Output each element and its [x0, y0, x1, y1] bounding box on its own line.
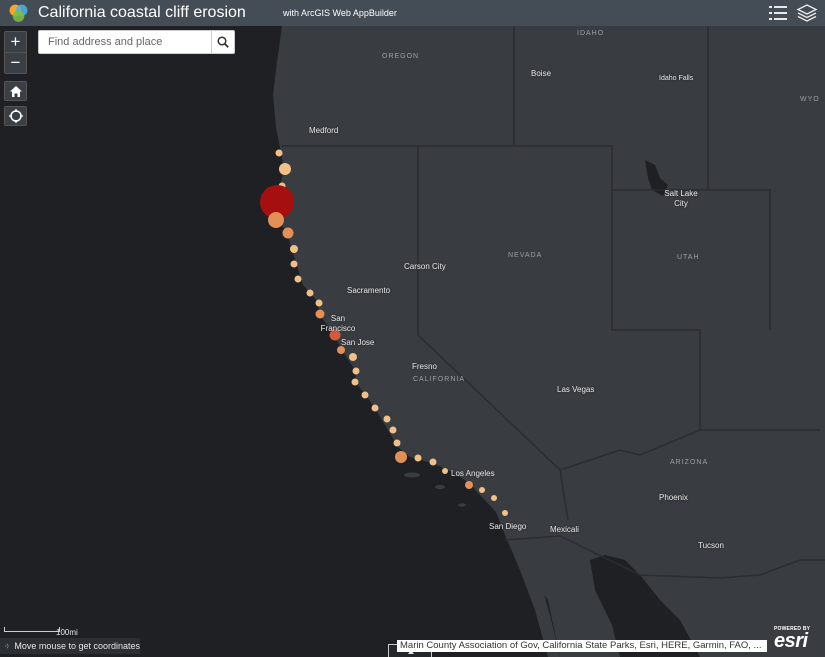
- place-label: Tucson: [698, 541, 724, 550]
- place-label: Fresno: [412, 362, 437, 371]
- zoom-control: + −: [4, 31, 27, 74]
- app-title: California coastal cliff erosion: [38, 4, 246, 21]
- place-label: Carson City: [404, 262, 446, 271]
- home-icon: [9, 85, 22, 97]
- layers-icon[interactable]: [796, 3, 818, 23]
- scale-label: 100mi: [56, 628, 78, 637]
- region-label-arizona: ARIZONA: [670, 459, 709, 466]
- scale-line: [4, 627, 60, 632]
- zoom-out-button[interactable]: −: [5, 52, 26, 72]
- esri-wordmark: esri: [774, 630, 808, 652]
- place-label: San Jose: [341, 338, 375, 347]
- region-label-nevada: NEVADA: [508, 252, 543, 259]
- erosion-point: [479, 487, 485, 493]
- erosion-point: [351, 378, 359, 386]
- region-label-idaho: IDAHO: [577, 30, 605, 37]
- home-button[interactable]: [4, 81, 27, 101]
- region-label-wyoming: WYO: [800, 96, 820, 103]
- erosion-point: [491, 495, 497, 501]
- erosion-point: [465, 481, 473, 489]
- place-label: Los Angeles: [451, 469, 495, 478]
- crosshair-icon: [5, 643, 10, 649]
- place-label: San Diego: [489, 522, 527, 531]
- erosion-point: [414, 454, 422, 462]
- erosion-point: [393, 439, 401, 447]
- search-widget: [38, 30, 235, 54]
- app-logo-icon: [9, 4, 28, 22]
- place-label: Salt Lake City: [664, 189, 698, 208]
- erosion-point: [383, 415, 391, 423]
- erosion-point: [429, 458, 437, 466]
- attribution-bar: Marin County Association of Gov, Califor…: [397, 640, 767, 652]
- attribution-text: Marin County Association of Gov, Califor…: [400, 640, 762, 651]
- erosion-point: [315, 299, 323, 307]
- locate-button[interactable]: [4, 106, 27, 126]
- erosion-point: [395, 451, 407, 463]
- coordinate-widget[interactable]: Move mouse to get coordinates: [0, 638, 140, 654]
- erosion-point: [502, 510, 508, 516]
- erosion-point: [275, 149, 283, 157]
- place-label: Boise: [531, 69, 552, 78]
- search-input[interactable]: [39, 31, 212, 53]
- erosion-point: [290, 245, 298, 253]
- app-header: California coastal cliff erosion with Ar…: [0, 0, 825, 26]
- app-subtitle: with ArcGIS Web AppBuilder: [283, 8, 397, 18]
- place-label: Mexicali: [550, 525, 579, 534]
- erosion-point: [306, 289, 314, 297]
- coordinate-text: Move mouse to get coordinates: [14, 641, 140, 651]
- erosion-point: [349, 353, 357, 361]
- place-label: Las Vegas: [557, 385, 595, 394]
- region-label-california: CALIFORNIA: [413, 376, 466, 383]
- place-label: Phoenix: [659, 493, 688, 502]
- erosion-point: [352, 367, 360, 375]
- place-label: Sacramento: [347, 286, 391, 295]
- place-label: Idaho Falls: [659, 75, 694, 82]
- zoom-in-button[interactable]: +: [5, 32, 26, 52]
- place-label: Medford: [309, 126, 339, 135]
- erosion-point: [371, 404, 379, 412]
- map-view[interactable]: IDAHO OREGON WYO NEVADA UTAH CALIFORNIA …: [0, 26, 825, 657]
- locate-icon: [8, 109, 23, 123]
- scale-bar: 100mi: [4, 624, 80, 637]
- basemap: [0, 26, 825, 657]
- erosion-point: [442, 468, 448, 474]
- erosion-point: [294, 275, 302, 283]
- search-button[interactable]: [211, 31, 234, 53]
- esri-logo[interactable]: POWERED BY esri: [770, 626, 820, 652]
- erosion-point: [389, 426, 397, 434]
- erosion-point: [290, 260, 298, 268]
- erosion-point: [361, 391, 369, 399]
- region-label-utah: UTAH: [677, 254, 700, 261]
- search-icon: [217, 36, 229, 48]
- erosion-point: [268, 212, 284, 228]
- region-label-oregon: OREGON: [382, 53, 420, 60]
- place-label: San Francisco: [320, 314, 356, 333]
- erosion-point: [282, 227, 294, 239]
- legend-list-icon[interactable]: [767, 3, 789, 23]
- erosion-point: [279, 163, 291, 175]
